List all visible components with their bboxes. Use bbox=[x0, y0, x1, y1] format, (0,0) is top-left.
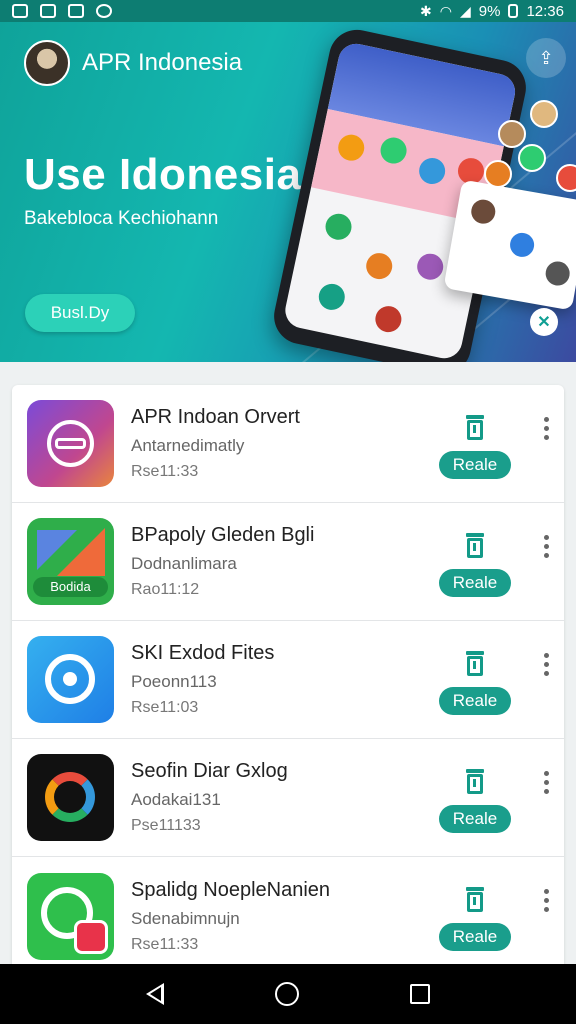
send-notification-icon bbox=[68, 4, 84, 18]
home-icon[interactable] bbox=[274, 982, 299, 1006]
app-meta: Rao11:12 bbox=[131, 581, 200, 598]
contact-avatar-bubble bbox=[484, 160, 512, 188]
battery-level: 9% bbox=[478, 2, 501, 20]
contact-avatar-bubble bbox=[518, 144, 546, 172]
brand-header: APR Indonesia bbox=[24, 40, 242, 86]
hero-title: Use Idonesia bbox=[24, 150, 302, 199]
app-meta: Rse11:03 bbox=[131, 699, 199, 716]
app-subtitle: Aodakai131 bbox=[131, 790, 221, 809]
delete-icon[interactable] bbox=[464, 651, 486, 677]
clock: 12:36 bbox=[526, 2, 564, 20]
delete-icon[interactable] bbox=[464, 769, 486, 795]
app-meta: Pse11133 bbox=[131, 817, 201, 834]
status-bar: ✱ ◠ ◢ 9% 12:36 bbox=[0, 0, 576, 22]
wifi-icon: ◠ bbox=[439, 3, 452, 19]
brand-name: APR Indonesia bbox=[82, 49, 243, 76]
list-item[interactable]: SKI Exdod Fites Poeonn113 Rse11:03 Reale bbox=[12, 621, 564, 739]
hero-cta-button[interactable]: Busl.Dy bbox=[25, 294, 135, 332]
list-item[interactable]: Bodida BPapoly Gleden Bgli Dodnanlimara … bbox=[12, 503, 564, 621]
app-name: Seofin Diar Gxlog bbox=[131, 760, 288, 782]
delete-icon[interactable] bbox=[464, 415, 486, 441]
app-meta: Rse11:33 bbox=[131, 463, 199, 480]
signal-icon: ◢ bbox=[459, 3, 471, 19]
list-item[interactable]: Seofin Diar Gxlog Aodakai131 Pse11133 Re… bbox=[12, 739, 564, 857]
more-options-icon[interactable] bbox=[544, 653, 550, 676]
kite-app-icon: Bodida bbox=[27, 518, 114, 605]
app-name: Spalidg NoepleNanien bbox=[131, 878, 331, 901]
bluetooth-icon: ✱ bbox=[420, 3, 432, 19]
app-name: SKI Exdod Fites bbox=[131, 642, 275, 664]
navigation-bar bbox=[0, 964, 576, 1024]
more-options-icon[interactable] bbox=[544, 417, 550, 440]
arrows-app-icon bbox=[27, 754, 114, 841]
delete-icon[interactable] bbox=[464, 887, 486, 913]
phone-app-icon bbox=[27, 872, 114, 960]
app-subtitle: Sdenabimnujn bbox=[131, 908, 240, 928]
hero-banner: APR Indonesia Use Idonesia Bakebloca Kec… bbox=[0, 22, 576, 362]
expand-fab-icon[interactable]: ✕ bbox=[530, 308, 558, 336]
more-options-icon[interactable] bbox=[544, 535, 550, 558]
hero-subtitle: Bakebloca Kechiohann bbox=[24, 208, 219, 229]
app-name: BPapoly Gleden Bgli bbox=[131, 524, 315, 546]
contact-avatar-bubble bbox=[498, 120, 526, 148]
list-item[interactable]: APR Indoan Orvert Antarnedimatly Rse11:3… bbox=[12, 385, 564, 503]
screenshot-notification-icon bbox=[12, 4, 28, 18]
share-icon[interactable]: ⇪ bbox=[526, 38, 566, 78]
chat-bubble-app-icon bbox=[27, 636, 114, 723]
more-options-icon[interactable] bbox=[544, 889, 550, 912]
floating-card-illustration bbox=[443, 179, 576, 311]
list-item[interactable]: Spalidg NoepleNanien Sdenabimnujn Rse11:… bbox=[12, 857, 564, 970]
app-subtitle: Poeonn113 bbox=[131, 672, 217, 691]
back-icon[interactable] bbox=[145, 983, 164, 1005]
app-subtitle: Dodnanlimara bbox=[131, 554, 237, 573]
action-button[interactable]: Reale bbox=[439, 687, 511, 715]
contact-avatar-bubble bbox=[556, 164, 576, 192]
action-button[interactable]: Reale bbox=[439, 569, 511, 597]
sync-notification-icon bbox=[96, 4, 112, 18]
app-name: APR Indoan Orvert bbox=[131, 406, 300, 428]
recent-apps-icon[interactable] bbox=[410, 984, 431, 1004]
app-list: APR Indoan Orvert Antarnedimatly Rse11:3… bbox=[12, 385, 564, 970]
action-button[interactable]: Reale bbox=[439, 805, 511, 833]
avatar[interactable] bbox=[24, 40, 70, 86]
app-subtitle: Antarnedimatly bbox=[131, 436, 245, 455]
app-meta: Rse11:33 bbox=[131, 935, 199, 953]
battery-icon bbox=[508, 4, 519, 18]
delete-icon[interactable] bbox=[464, 533, 486, 559]
more-options-icon[interactable] bbox=[544, 771, 550, 794]
globe-app-icon bbox=[27, 400, 114, 487]
action-button[interactable]: Reale bbox=[439, 451, 511, 479]
app-notification-icon bbox=[40, 4, 56, 18]
contact-avatar-bubble bbox=[530, 100, 558, 128]
action-button[interactable]: Reale bbox=[439, 923, 511, 951]
